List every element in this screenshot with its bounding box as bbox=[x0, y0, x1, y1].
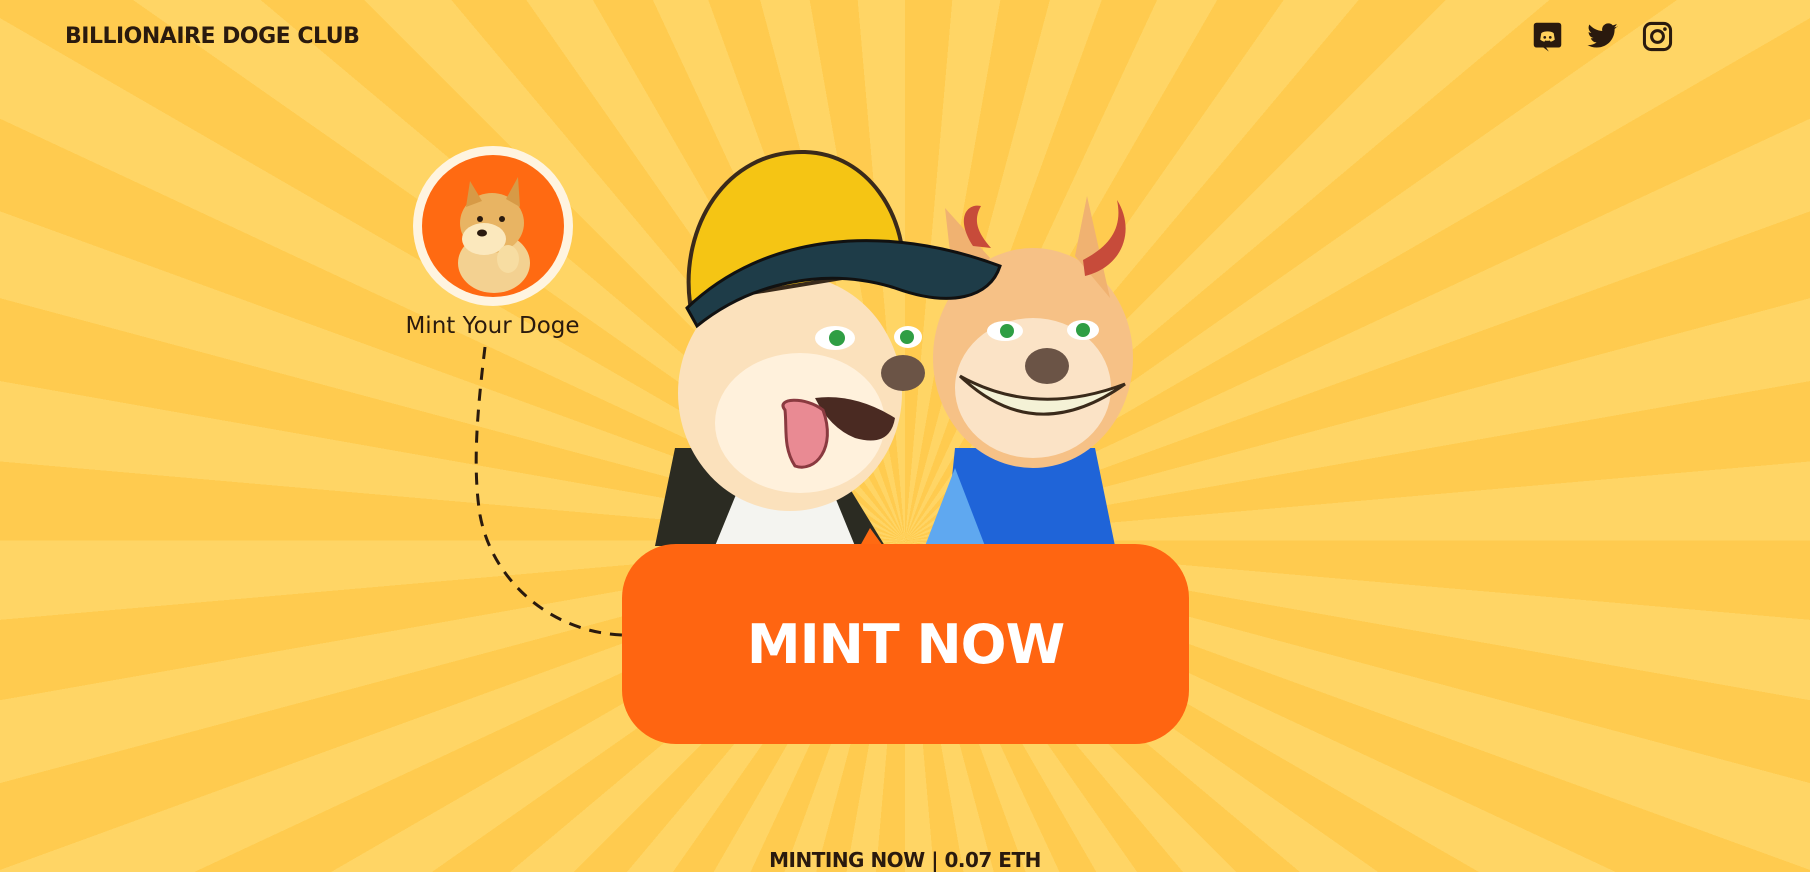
mint-your-doge-label: Mint Your Doge bbox=[405, 313, 580, 339]
instagram-icon bbox=[1642, 21, 1673, 52]
mint-now-button[interactable]: MINT NOW bbox=[622, 544, 1189, 744]
discord-link[interactable] bbox=[1531, 20, 1564, 53]
dashed-connector bbox=[474, 346, 623, 637]
brand-logo-text[interactable]: BILLIONAIRE DOGE CLUB bbox=[65, 24, 360, 49]
doge-avatar-image bbox=[422, 155, 564, 297]
doge-avatar[interactable] bbox=[413, 146, 573, 306]
social-links bbox=[1531, 20, 1674, 53]
twitter-link[interactable] bbox=[1586, 20, 1619, 53]
minting-status: MINTING NOW | 0.07 ETH bbox=[769, 848, 1041, 872]
instagram-link[interactable] bbox=[1641, 20, 1674, 53]
hero-doge-illustration bbox=[655, 149, 1133, 546]
twitter-icon bbox=[1587, 23, 1618, 48]
discord-icon bbox=[1533, 22, 1562, 52]
